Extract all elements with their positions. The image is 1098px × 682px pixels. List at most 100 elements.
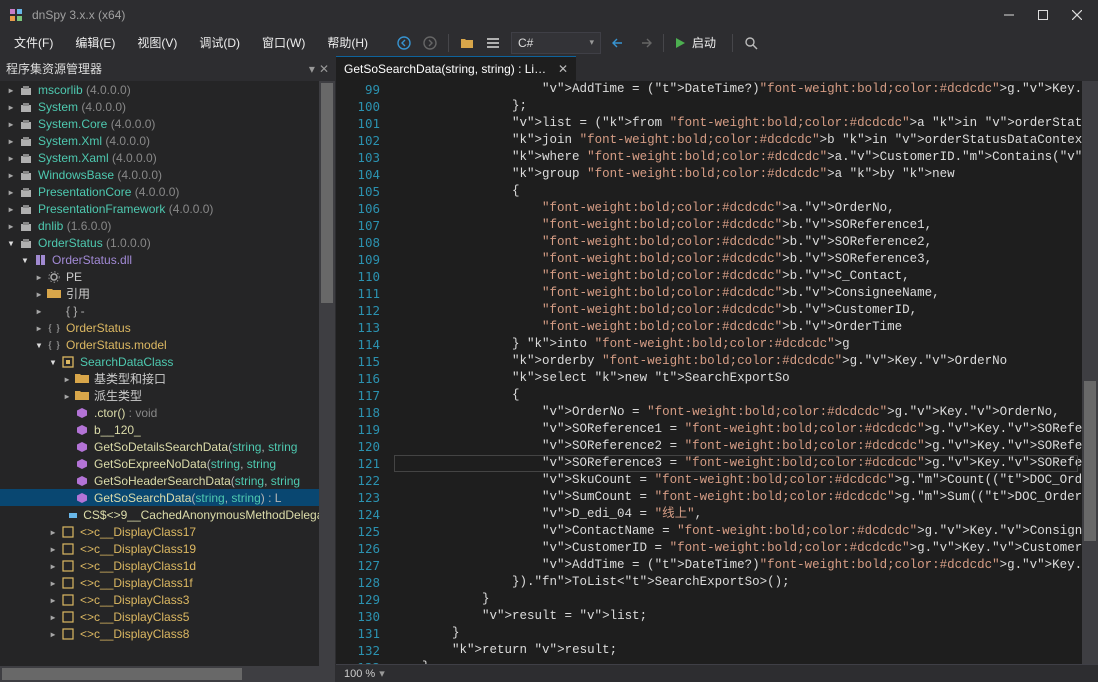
tree-twist-icon[interactable] (4, 236, 18, 250)
code-editor[interactable]: 9910010110210310410510610710810911011111… (336, 81, 1098, 664)
menu-edit[interactable]: 编辑(E) (65, 30, 125, 55)
tree-twist-icon[interactable] (32, 338, 46, 352)
tree-nested-17[interactable]: <>c__DisplayClass17 (0, 523, 319, 540)
tree-horizontal-scrollbar[interactable] (0, 666, 335, 682)
menu-view[interactable]: 视图(V) (127, 30, 187, 55)
tree-ns-model[interactable]: { } OrderStatus.model (0, 336, 319, 353)
menu-debug[interactable]: 调试(D) (189, 30, 250, 55)
assembly-tree[interactable]: mscorlib (4.0.0.0) System (4.0.0.0) Syst… (0, 81, 335, 666)
tree-method-details[interactable]: GetSoDetailsSearchData(string, string (0, 438, 319, 455)
nav-back-button[interactable] (392, 32, 416, 54)
tree-twist-icon[interactable] (46, 593, 60, 607)
tree-twist-icon[interactable] (4, 185, 18, 199)
tree-refs[interactable]: 引用 (0, 285, 319, 302)
maximize-button[interactable] (1026, 0, 1060, 29)
tree-asm-prescore[interactable]: PresentationCore (4.0.0.0) (0, 183, 319, 200)
redo-button[interactable] (633, 32, 657, 54)
tree-node-label: <>c__DisplayClass1f (80, 576, 193, 590)
language-combo[interactable]: C# ▾ (511, 32, 601, 54)
tree-twist-icon[interactable] (46, 610, 60, 624)
tree-twist-icon[interactable] (60, 389, 74, 403)
tree-ns-orderstatus[interactable]: { } OrderStatus (0, 319, 319, 336)
tree-field-cached[interactable]: CS$<>9__CachedAnonymousMethodDelegate (0, 506, 319, 523)
tree-asm-orderstatus[interactable]: OrderStatus (1.0.0.0) (0, 234, 319, 251)
tree-twist-icon[interactable] (4, 219, 18, 233)
editor-tab[interactable]: GetSoSearchData(string, string) : List..… (336, 56, 576, 81)
tree-node-icon (18, 150, 34, 166)
tree-nested-19[interactable]: <>c__DisplayClass19 (0, 540, 319, 557)
open-folder-button[interactable] (455, 32, 479, 54)
tree-twist-icon[interactable] (4, 202, 18, 216)
tree-ns-dash[interactable]: { } - (0, 302, 319, 319)
tree-cls-searchdata[interactable]: SearchDataClass (0, 353, 319, 370)
tree-node-label: { } - (66, 304, 85, 318)
tree-nested-5[interactable]: <>c__DisplayClass5 (0, 608, 319, 625)
menu-help[interactable]: 帮助(H) (317, 30, 378, 55)
tree-asm-presfw[interactable]: PresentationFramework (4.0.0.0) (0, 200, 319, 217)
tree-twist-icon[interactable] (4, 134, 18, 148)
tree-twist-icon[interactable] (32, 304, 46, 318)
tree-twist-icon[interactable] (46, 559, 60, 573)
tree-asm-dnlib[interactable]: dnlib (1.6.0.0) (0, 217, 319, 234)
nav-forward-button[interactable] (418, 32, 442, 54)
panel-menu-icon[interactable]: ▾ (309, 62, 315, 76)
menu-file[interactable]: 文件(F) (4, 30, 63, 55)
tree-node-icon (18, 218, 34, 234)
tree-method-header[interactable]: GetSoHeaderSearchData(string, string (0, 472, 319, 489)
tree-twist-icon[interactable] (32, 270, 46, 284)
tree-node-icon (60, 592, 76, 608)
tree-method-expree[interactable]: GetSoExpreeNoData(string, string (0, 455, 319, 472)
undo-button[interactable] (607, 32, 631, 54)
tree-twist-icon[interactable] (46, 525, 60, 539)
tree-twist-icon[interactable] (32, 321, 46, 335)
app-title: dnSpy 3.x.x (x64) (32, 8, 992, 22)
close-button[interactable] (1060, 0, 1094, 29)
tree-twist-icon[interactable] (4, 83, 18, 97)
start-button[interactable]: 启动 (670, 32, 726, 54)
tree-dll-orderstatus[interactable]: OrderStatus.dll (0, 251, 319, 268)
menu-window[interactable]: 窗口(W) (252, 30, 315, 55)
tree-nested-8[interactable]: <>c__DisplayClass8 (0, 625, 319, 642)
tree-node-label: CS$<>9__CachedAnonymousMethodDelegate (83, 508, 319, 522)
tab-close-icon[interactable]: ✕ (558, 62, 568, 76)
tree-ctor[interactable]: .ctor() : void (0, 404, 319, 421)
tree-twist-icon[interactable] (60, 372, 74, 386)
tree-folder-derived[interactable]: 派生类型 (0, 387, 319, 404)
tree-twist-icon[interactable] (4, 168, 18, 182)
zoom-level[interactable]: 100 % (344, 668, 375, 680)
minimize-button[interactable] (992, 0, 1026, 29)
tree-pe[interactable]: PE (0, 268, 319, 285)
panel-close-icon[interactable]: ✕ (319, 62, 329, 76)
tree-twist-icon[interactable] (46, 355, 60, 369)
tree-node-label: dnlib (1.6.0.0) (38, 219, 111, 233)
search-button[interactable] (739, 32, 763, 54)
list-button[interactable] (481, 32, 505, 54)
tree-nested-1d[interactable]: <>c__DisplayClass1d (0, 557, 319, 574)
tree-twist-icon[interactable] (46, 627, 60, 641)
code-content[interactable]: "v">AddTime = ("t">DateTime?)"font-weigh… (392, 81, 1082, 664)
tree-node-label: System (4.0.0.0) (38, 100, 126, 114)
tree-folder-base[interactable]: 基类型和接口 (0, 370, 319, 387)
tree-twist-icon[interactable] (46, 542, 60, 556)
tree-twist-icon[interactable] (18, 253, 32, 267)
tree-nested-1f[interactable]: <>c__DisplayClass1f (0, 574, 319, 591)
tree-twist-icon[interactable] (4, 151, 18, 165)
tree-method-search[interactable]: GetSoSearchData(string, string) : L (0, 489, 319, 506)
tree-node-label: <>c__DisplayClass5 (80, 610, 189, 624)
tree-asm-mscorlib[interactable]: mscorlib (4.0.0.0) (0, 81, 319, 98)
tree-asm-sysxaml[interactable]: System.Xaml (4.0.0.0) (0, 149, 319, 166)
tree-asm-sysxml[interactable]: System.Xml (4.0.0.0) (0, 132, 319, 149)
tree-nested-3[interactable]: <>c__DisplayClass3 (0, 591, 319, 608)
chevron-down-icon: ▾ (589, 37, 594, 48)
tree-method-anon[interactable]: b__120_ (0, 421, 319, 438)
tree-twist-icon[interactable] (32, 287, 46, 301)
editor-vertical-scrollbar[interactable] (1082, 81, 1098, 664)
tree-vertical-scrollbar[interactable] (319, 81, 335, 666)
tree-twist-icon[interactable] (4, 100, 18, 114)
tree-asm-winbase[interactable]: WindowsBase (4.0.0.0) (0, 166, 319, 183)
zoom-chevron-icon[interactable]: ▾ (379, 667, 385, 680)
tree-asm-syscore[interactable]: System.Core (4.0.0.0) (0, 115, 319, 132)
tree-twist-icon[interactable] (4, 117, 18, 131)
tree-asm-system[interactable]: System (4.0.0.0) (0, 98, 319, 115)
tree-twist-icon[interactable] (46, 576, 60, 590)
